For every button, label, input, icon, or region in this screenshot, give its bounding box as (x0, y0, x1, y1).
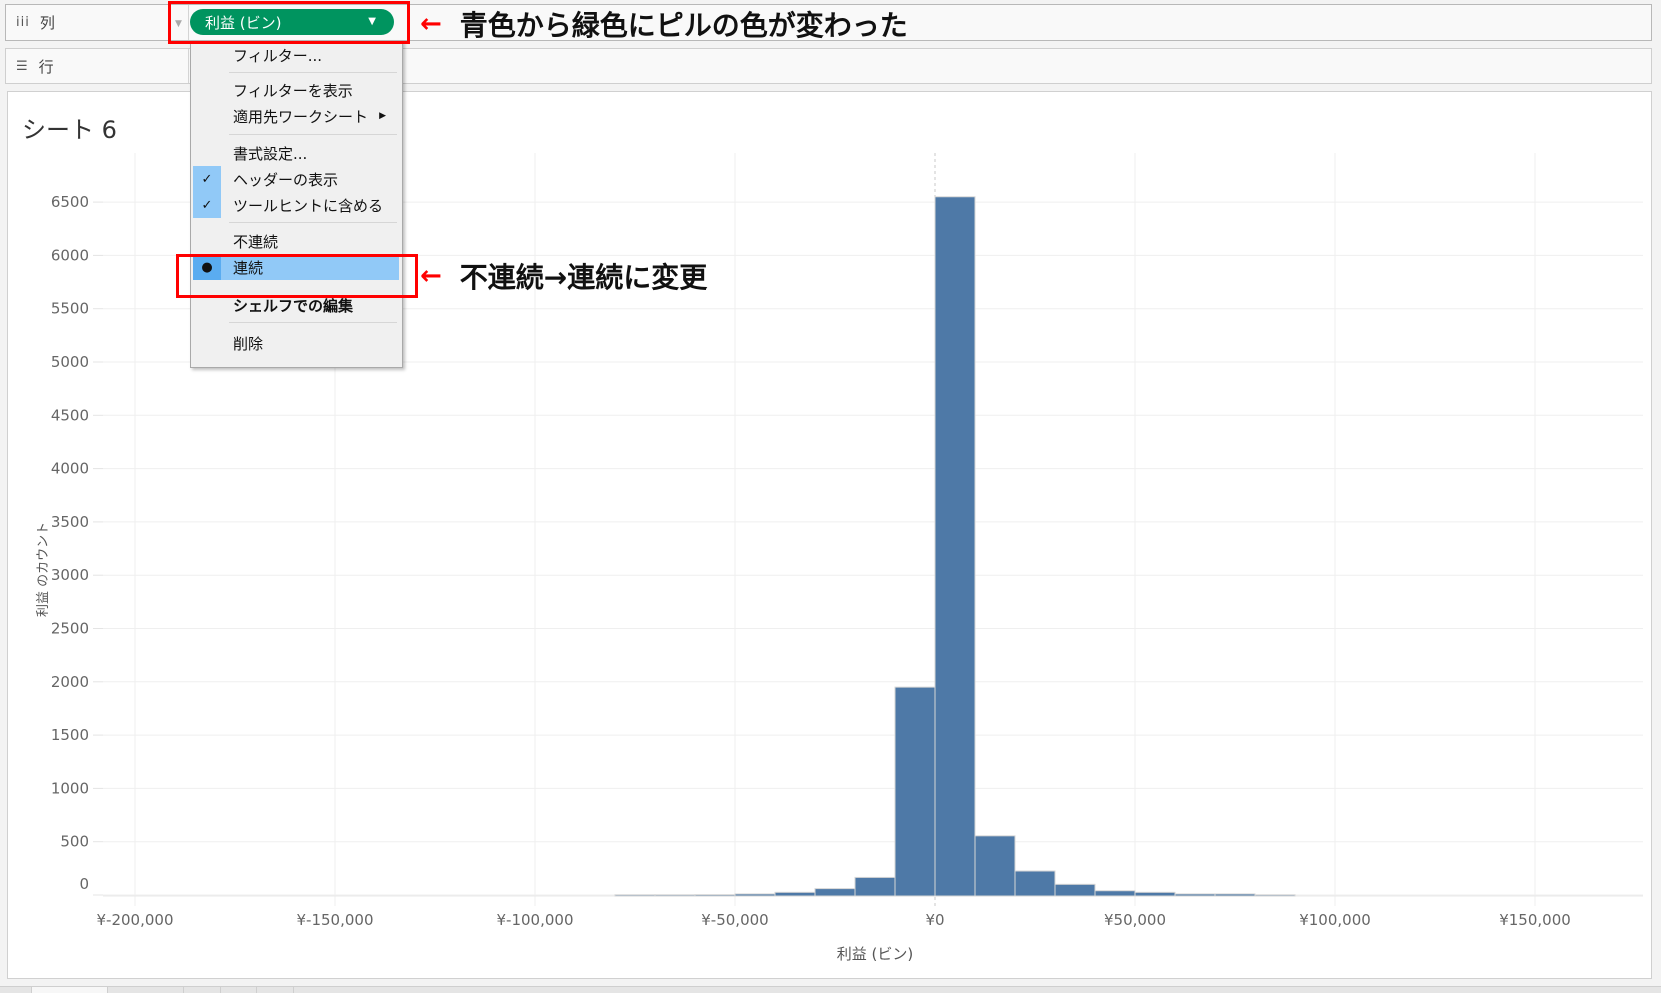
histogram-bar (774, 891, 816, 897)
y-tick-label: 6500 (51, 193, 89, 211)
menu-item-label: 不連続 (233, 232, 279, 251)
histogram-bar (1054, 883, 1096, 897)
sheet-tab[interactable] (293, 987, 295, 993)
menu-separator (229, 134, 397, 135)
menu-item-label: ツールヒントに含める (233, 196, 384, 215)
sheet-tab[interactable] (183, 987, 221, 993)
checkmark-icon: ✓ (193, 192, 221, 218)
rows-icon: ☰ (16, 58, 29, 74)
sheet-tab[interactable] (107, 987, 184, 993)
histogram-bar (614, 894, 656, 897)
sheet-tab[interactable] (256, 987, 294, 993)
x-tick-label: ¥-100,000 (497, 911, 574, 929)
menu-item-label: 適用先ワークシート (233, 107, 369, 126)
menu-item-label: 書式設定... (233, 144, 308, 163)
sheet-tab[interactable] (220, 987, 257, 993)
histogram-bar (814, 888, 856, 897)
histogram-bar (1134, 891, 1176, 897)
menu-item-label: 削除 (233, 334, 264, 353)
annotation-text: 青色から緑色にピルの色が変わった (459, 9, 908, 42)
checkmark-icon: ✓ (193, 166, 221, 192)
pill-color-annotation: ← 青色から緑色にピルの色が変わった (420, 4, 908, 44)
y-tick-label: 5000 (51, 353, 89, 371)
y-tick-label: 5500 (51, 300, 89, 318)
rows-shelf-label: ☰ 行 (16, 49, 54, 83)
menu-separator (229, 72, 397, 73)
left-arrow-icon: ← (420, 9, 442, 39)
rows-label: 行 (38, 57, 54, 76)
menu-item-show-header[interactable]: ✓ ヘッダーの表示 (191, 166, 402, 192)
y-tick-label: 6000 (51, 246, 89, 264)
x-tick-label: ¥150,000 (1499, 911, 1571, 929)
y-tick-label: 500 (60, 833, 89, 851)
columns-label: 列 (39, 14, 55, 32)
y-tick-label: 2000 (51, 673, 89, 691)
x-tick-label: ¥100,000 (1299, 911, 1371, 929)
continuous-highlight-box (176, 254, 418, 298)
columns-icon: iii (16, 15, 30, 30)
histogram-bar (854, 876, 896, 897)
y-tick-label: 0 (79, 875, 89, 893)
histogram-bar (934, 196, 976, 897)
histogram-bar (694, 894, 736, 897)
left-arrow-icon: ← (420, 261, 442, 291)
x-tick-label: ¥-50,000 (701, 911, 768, 929)
menu-item-label: フィルター... (233, 46, 323, 65)
shelf-divider (188, 49, 189, 83)
y-tick-label: 4500 (51, 406, 89, 424)
histogram-bar (734, 893, 776, 897)
pill-context-menu: フィルター... フィルターを表示 適用先ワークシート ▶ 書式設定... ✓ ヘッ… (190, 41, 403, 368)
continuous-annotation: ← 不連続→連続に変更 (420, 256, 707, 296)
menu-item-filter[interactable]: フィルター... (191, 42, 402, 68)
submenu-arrow-icon: ▶ (379, 111, 386, 121)
x-axis-title: 利益 (ビン) (837, 945, 913, 963)
columns-shelf-label: iii 列 (16, 5, 55, 40)
menu-item-label: フィルターを表示 (233, 81, 353, 100)
y-tick-label: 1000 (51, 779, 89, 797)
menu-item-discrete[interactable]: 不連続 (191, 228, 402, 254)
menu-item-remove[interactable]: 削除 (191, 330, 402, 356)
histogram-bar (1094, 890, 1136, 897)
menu-item-apply-to-worksheets[interactable]: 適用先ワークシート ▶ (191, 103, 402, 129)
histogram-bar (654, 894, 696, 897)
y-tick-label: 3500 (51, 513, 89, 531)
menu-separator (229, 322, 397, 323)
histogram-bar (1174, 893, 1216, 897)
sheet-tab[interactable] (31, 987, 108, 993)
y-tick-label: 1500 (51, 726, 89, 744)
menu-item-include-in-tooltip[interactable]: ✓ ツールヒントに含める (191, 192, 402, 218)
x-tick-label: ¥-200,000 (97, 911, 174, 929)
y-tick-label: 2500 (51, 620, 89, 638)
menu-item-format[interactable]: 書式設定... (191, 140, 402, 166)
histogram-bar (974, 835, 1016, 897)
y-tick-label: 3000 (51, 566, 89, 584)
histogram-bar (1014, 870, 1056, 897)
histogram-bar (1254, 894, 1296, 897)
x-tick-label: ¥0 (925, 911, 944, 929)
x-tick-label: ¥50,000 (1104, 911, 1166, 929)
annotation-text: 不連続→連続に変更 (459, 261, 708, 294)
y-axis-title: 利益 のカウント (36, 521, 51, 617)
pill-highlight-box (168, 1, 410, 44)
menu-separator (229, 222, 397, 223)
x-tick-label: ¥-150,000 (297, 911, 374, 929)
y-tick-label: 4000 (51, 460, 89, 478)
menu-item-show-filter[interactable]: フィルターを表示 (191, 77, 402, 103)
menu-item-label: ヘッダーの表示 (233, 170, 339, 189)
histogram-bar (1214, 893, 1256, 897)
histogram-bar (894, 686, 936, 897)
